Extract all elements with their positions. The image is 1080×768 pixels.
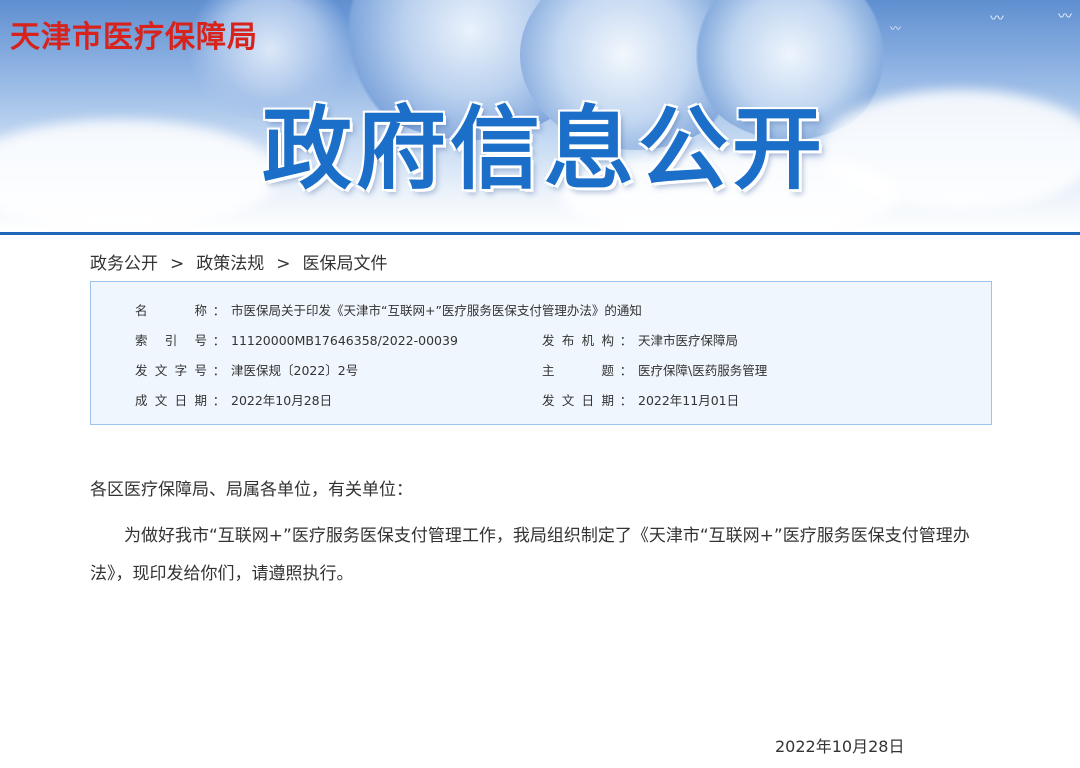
document-metadata-box: 名 称 ： 市医保局关于印发《天津市“互联网+”医疗服务医保支付管理办法》的通知 索… [90, 281, 992, 425]
header-banner: 〰 〰 〰 天津市医疗保障局 政府信息公开 [0, 0, 1080, 232]
metadata-label: 索 引 号 [135, 333, 207, 348]
breadcrumb-separator: > [276, 254, 291, 274]
main-content: 政务公开 > 政策法规 > 医保局文件 名 称 ： 市医保局关于印发《天津市“互联网+”医疗… [10, 235, 1070, 768]
signature-date: 2022年10月28日 [775, 737, 905, 756]
metadata-label: 发 文 字 号 [135, 363, 207, 378]
metadata-row: 发 文 字 号 ： 津医保规〔2022〕2号 主 题 ： 医疗保障\医药服务管理 [91, 360, 991, 380]
created-date: 2022年10月28日 [231, 393, 333, 408]
issued-date: 2022年11月01日 [638, 393, 740, 408]
agency-logo[interactable]: 天津市医疗保障局 [10, 12, 258, 56]
salutation: 各区医疗保障局、局属各单位，有关单位： [90, 480, 413, 500]
dove-icon: 〰 [890, 22, 901, 35]
metadata-colon: ： [212, 363, 226, 378]
metadata-row: 成 文 日 期 ： 2022年10月28日 发 文 日 期 ： 2022年11月01日 [91, 390, 991, 410]
dove-icon: 〰 [990, 11, 1004, 27]
publisher: 天津市医疗保障局 [638, 333, 739, 348]
metadata-colon: ： [619, 393, 633, 408]
metadata-colon: ： [212, 393, 226, 408]
metadata-row-name: 名 称 ： 市医保局关于印发《天津市“互联网+”医疗服务医保支付管理办法》的通知 [91, 300, 991, 320]
document-name: 市医保局关于印发《天津市“互联网+”医疗服务医保支付管理办法》的通知 [231, 303, 642, 318]
metadata-label: 主 题 [542, 363, 614, 378]
breadcrumb: 政务公开 > 政策法规 > 医保局文件 [90, 249, 388, 274]
dove-icon: 〰 [1058, 9, 1072, 25]
breadcrumb-link-policies[interactable]: 政策法规 [196, 249, 264, 274]
metadata-label: 名 称 [135, 303, 207, 318]
metadata-row: 索 引 号 ： 11120000MB17646358/2022-00039 发 布 … [91, 330, 991, 350]
breadcrumb-link-gov-affairs[interactable]: 政务公开 [90, 249, 158, 274]
metadata-label: 发 布 机 构 [542, 333, 614, 348]
breadcrumb-separator: > [170, 254, 185, 274]
metadata-colon: ： [619, 333, 633, 348]
banner-cloud [0, 120, 280, 230]
metadata-colon: ： [212, 333, 226, 348]
document-number: 津医保规〔2022〕2号 [231, 363, 359, 378]
metadata-label: 成 文 日 期 [135, 393, 207, 408]
subject: 医疗保障\医药服务管理 [638, 363, 768, 378]
breadcrumb-link-bureau-docs[interactable]: 医保局文件 [303, 249, 388, 274]
metadata-label: 发 文 日 期 [542, 393, 614, 408]
metadata-colon: ： [212, 303, 226, 318]
banner-title: 政府信息公开 [262, 97, 826, 202]
index-number: 11120000MB17646358/2022-00039 [231, 333, 458, 348]
body-paragraph: 为做好我市“互联网+”医疗服务医保支付管理工作，我局组织制定了《天津市“互联网+… [90, 526, 970, 584]
metadata-colon: ： [619, 363, 633, 378]
